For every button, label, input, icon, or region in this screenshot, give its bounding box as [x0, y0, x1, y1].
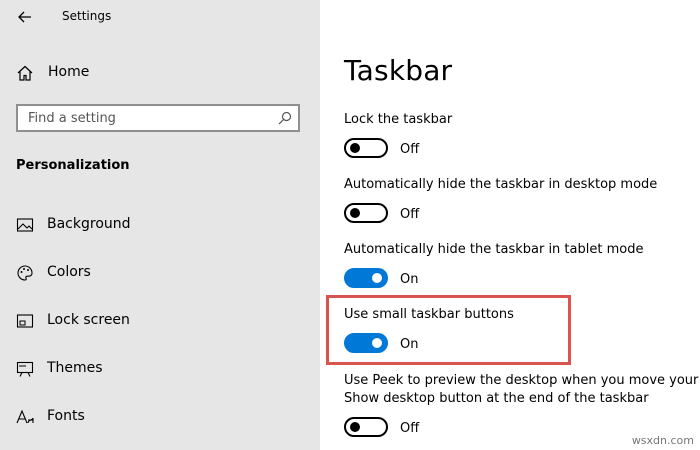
autohide-tablet-toggle[interactable]	[344, 268, 388, 288]
toggle-knob	[350, 143, 360, 153]
lock-taskbar-toggle[interactable]	[344, 138, 388, 158]
setting-label-peek: Use Peek to preview the desktop when you…	[344, 373, 700, 388]
sidebar-item-label: Lock screen	[47, 312, 130, 328]
sidebar-item-label: Colors	[47, 264, 91, 280]
title-bar: Settings	[0, 0, 320, 34]
sidebar-item-label: Themes	[47, 360, 103, 376]
search-input[interactable]	[18, 106, 268, 130]
page-title: Taskbar	[344, 54, 453, 87]
image-icon	[16, 216, 34, 234]
small-buttons-toggle[interactable]	[344, 333, 388, 353]
watermark: wsxdn.com	[631, 434, 694, 447]
home-icon	[16, 64, 34, 82]
sidebar-item-background[interactable]: Background	[16, 213, 306, 237]
search-icon[interactable]	[277, 110, 293, 126]
sidebar-item-label: Fonts	[47, 408, 85, 424]
main-panel: Taskbar Lock the taskbar Off Automatical…	[320, 0, 700, 450]
toggle-knob	[372, 273, 382, 283]
sidebar-item-colors[interactable]: Colors	[16, 261, 306, 285]
back-arrow-icon[interactable]	[16, 8, 34, 26]
setting-label-show-desktop: Show desktop button at the end of the ta…	[344, 391, 649, 406]
app-title: Settings	[62, 9, 112, 23]
toggle-knob	[350, 422, 360, 432]
themes-icon	[16, 360, 34, 378]
autohide-desktop-toggle[interactable]	[344, 203, 388, 223]
sidebar-item-themes[interactable]: Themes	[16, 357, 306, 381]
palette-icon	[16, 264, 34, 282]
lock-screen-icon	[16, 312, 34, 330]
peek-toggle[interactable]	[344, 417, 388, 437]
sidebar: Settings Home Personalization Background…	[0, 0, 320, 450]
home-label: Home	[48, 64, 90, 80]
toggle-state-text: On	[400, 337, 419, 352]
setting-label-lock-taskbar: Lock the taskbar	[344, 112, 453, 127]
home-nav-item[interactable]: Home	[16, 62, 306, 84]
setting-label-small-buttons: Use small taskbar buttons	[344, 307, 514, 322]
sidebar-item-fonts[interactable]: Fonts	[16, 405, 306, 429]
fonts-icon	[16, 408, 34, 426]
toggle-knob	[372, 338, 382, 348]
toggle-state-text: On	[400, 272, 419, 287]
setting-label-autohide-tablet: Automatically hide the taskbar in tablet…	[344, 242, 644, 257]
toggle-state-text: Off	[400, 421, 420, 436]
section-heading: Personalization	[16, 158, 130, 173]
toggle-state-text: Off	[400, 207, 420, 222]
setting-label-autohide-desktop: Automatically hide the taskbar in deskto…	[344, 177, 658, 192]
search-box[interactable]	[16, 104, 300, 132]
sidebar-item-lock-screen[interactable]: Lock screen	[16, 309, 306, 333]
sidebar-item-label: Background	[47, 216, 131, 232]
toggle-knob	[350, 208, 360, 218]
toggle-state-text: Off	[400, 142, 420, 157]
